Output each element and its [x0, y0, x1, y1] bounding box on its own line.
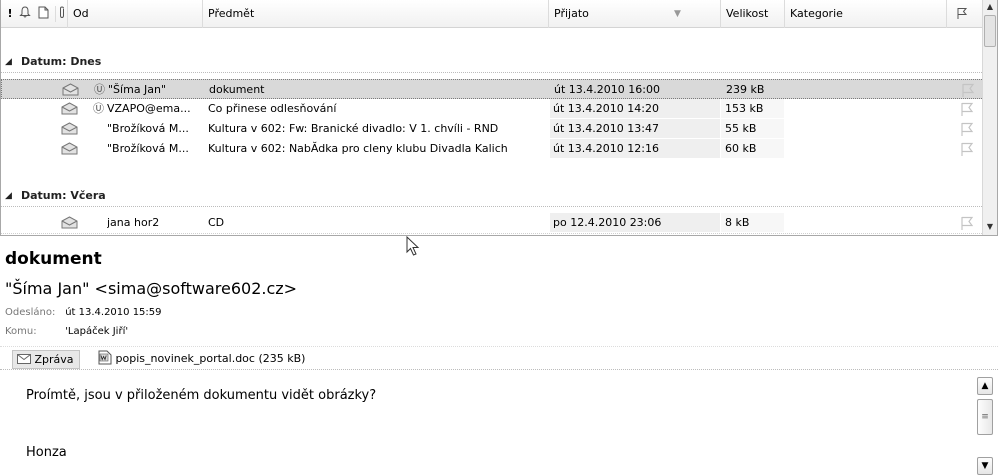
sent-label: Odesláno:	[5, 307, 56, 318]
row-received: út 13.4.2010 12:16	[553, 142, 659, 155]
message-list[interactable]: ! Od Předmět Přijato ▼ Velikost Kategori…	[0, 0, 998, 236]
column-header-bar: ! Od Předmět Přijato ▼ Velikost Kategori…	[1, 0, 984, 28]
collapse-triangle-icon[interactable]: ◢	[5, 52, 12, 72]
row-size: 60 kB	[725, 142, 757, 155]
attachment-bar: Zpráva popis_novinek_portal.doc (235 kB)	[0, 346, 998, 370]
group-label: Datum: Dnes	[21, 55, 102, 68]
flag-icon[interactable]	[959, 141, 975, 157]
message-tab-label: Zpráva	[34, 353, 74, 366]
sent-line: Odesláno: út 13.4.2010 15:59	[5, 307, 162, 318]
attachment-column[interactable]	[55, 6, 67, 22]
row-received: út 13.4.2010 16:00	[554, 83, 660, 96]
preview-sender[interactable]: "Šíma Jan" <sima@software602.cz>	[5, 279, 297, 298]
body-line: Proímtě, jsou v přiloženém dokumentu vid…	[26, 388, 377, 403]
subject-column-header[interactable]: Předmět	[203, 0, 549, 28]
attachment-icon	[59, 6, 64, 19]
message-row[interactable]: Ⓤ "Šíma Jan" dokument út 13.4.2010 16:00…	[1, 79, 984, 99]
word-doc-icon	[98, 350, 112, 365]
row-subject: Kultura v 602: Fw: Branické divadlo: V 1…	[208, 122, 499, 135]
message-tab[interactable]: Zpráva	[12, 350, 80, 369]
scroll-down-icon[interactable]: ▼	[977, 457, 993, 475]
row-size: 55 kB	[725, 122, 757, 135]
row-subject: Kultura v 602: NabĂ­dka pro cleny klubu …	[208, 142, 508, 155]
row-from: VZAPO@ema...	[107, 102, 191, 115]
group-header-today[interactable]: ◢ Datum: Dnes	[1, 52, 101, 72]
to-line: Komu: 'Lapáček Jiří'	[5, 326, 128, 337]
sort-arrow-icon: ▼	[674, 9, 681, 19]
message-row[interactable]: "Brožíková M... Kultura v 602: NabĂ­dka …	[1, 139, 984, 159]
scroll-thumb[interactable]: ≡	[977, 399, 993, 435]
received-header-label: Přijato	[554, 7, 589, 20]
group-header-yesterday[interactable]: ◢ Datum: Včera	[1, 186, 106, 206]
received-column-header[interactable]: Přijato ▼	[549, 0, 721, 28]
reading-pane: dokument "Šíma Jan" <sima@software602.cz…	[0, 238, 998, 476]
list-scrollbar[interactable]: ▲ ▼	[982, 0, 997, 235]
flag-icon[interactable]	[959, 121, 975, 137]
envelope-icon	[61, 142, 78, 155]
scroll-thumb[interactable]	[984, 15, 996, 47]
attachment-file[interactable]: popis_novinek_portal.doc (235 kB)	[98, 350, 305, 369]
envelope-icon	[61, 216, 78, 229]
message-row[interactable]: jana hor2 CD po 12.4.2010 23:06 8 kB	[1, 213, 984, 233]
importance-column[interactable]: !	[5, 6, 15, 22]
row-size: 153 kB	[725, 102, 764, 115]
envelope-icon	[61, 102, 78, 115]
row-received: út 13.4.2010 13:47	[553, 122, 659, 135]
to-label: Komu:	[5, 326, 37, 337]
row-from: "Brožíková M...	[107, 122, 189, 135]
message-row[interactable]: "Brožíková M... Kultura v 602: Fw: Brani…	[1, 119, 984, 139]
attachment-icon: Ⓤ	[93, 102, 104, 115]
row-size: 8 kB	[725, 216, 750, 229]
size-column-header[interactable]: Velikost	[721, 0, 785, 28]
attachment-file-label: popis_novinek_portal.doc (235 kB)	[115, 352, 306, 365]
bell-icon	[19, 6, 31, 18]
from-column-header[interactable]: Od	[67, 0, 203, 28]
attachment-icon: Ⓤ	[94, 83, 105, 96]
body-scrollbar[interactable]: ▲ ≡ ▼	[977, 377, 994, 475]
group-divider	[1, 206, 984, 207]
body-line: Honza	[26, 445, 67, 460]
preview-subject: dokument	[5, 249, 102, 269]
icon-column[interactable]	[35, 6, 51, 22]
row-size: 239 kB	[726, 83, 765, 96]
message-body[interactable]: Proímtě, jsou v přiloženém dokumentu vid…	[0, 377, 998, 476]
group-divider	[1, 72, 984, 73]
row-received: po 12.4.2010 23:06	[553, 216, 662, 229]
sent-value: út 13.4.2010 15:59	[65, 307, 162, 318]
row-subject: CD	[208, 216, 225, 229]
mail-icon	[17, 354, 31, 364]
document-icon	[38, 6, 48, 19]
flag-icon	[957, 8, 968, 19]
row-subject: dokument	[209, 83, 265, 96]
row-from: "Šíma Jan"	[108, 83, 167, 96]
message-row[interactable]: Ⓤ VZAPO@ema... Co přinese odlesňování út…	[1, 99, 984, 119]
reminder-column[interactable]	[17, 6, 33, 22]
envelope-icon	[62, 83, 79, 96]
envelope-icon	[61, 122, 78, 135]
row-received: út 13.4.2010 14:20	[553, 102, 659, 115]
flag-column-header[interactable]	[947, 0, 984, 28]
row-from: jana hor2	[107, 216, 160, 229]
scroll-down-icon[interactable]: ▼	[983, 220, 997, 234]
to-value[interactable]: 'Lapáček Jiří'	[65, 326, 128, 337]
flag-icon[interactable]	[960, 82, 976, 98]
flag-icon[interactable]	[959, 101, 975, 117]
row-divider	[1, 233, 984, 234]
row-from: "Brožíková M...	[107, 142, 189, 155]
category-column-header[interactable]: Kategorie	[785, 0, 947, 28]
group-label: Datum: Včera	[21, 189, 106, 202]
collapse-triangle-icon[interactable]: ◢	[5, 186, 12, 206]
scroll-up-icon[interactable]: ▲	[983, 0, 997, 14]
row-subject: Co přinese odlesňování	[208, 102, 337, 115]
flag-icon[interactable]	[959, 215, 975, 231]
scroll-up-icon[interactable]: ▲	[977, 377, 993, 395]
